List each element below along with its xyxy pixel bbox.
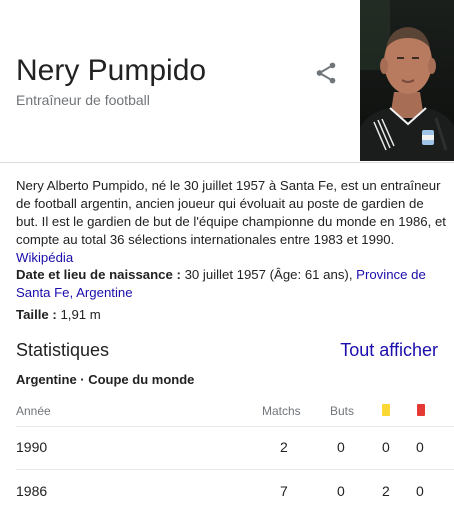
see-all-link[interactable]: Tout afficher bbox=[340, 339, 438, 361]
page-subtitle: Entraîneur de football bbox=[16, 92, 150, 108]
person-photo[interactable] bbox=[360, 0, 454, 161]
table-cell-yellow: 2 bbox=[382, 483, 390, 499]
description-text: Nery Alberto Pumpido, né le 30 juillet 1… bbox=[16, 178, 446, 247]
fact-birth: Date et lieu de naissance : 30 juillet 1… bbox=[16, 266, 446, 302]
table-cell-matches: 2 bbox=[280, 439, 288, 455]
table-row-divider bbox=[16, 426, 454, 427]
page-title: Nery Pumpido bbox=[16, 54, 207, 87]
column-header-matches: Matchs bbox=[262, 404, 301, 418]
wikipedia-link[interactable]: Wikipédia bbox=[16, 249, 446, 267]
table-cell-red: 0 bbox=[416, 439, 424, 455]
table-row-divider bbox=[16, 469, 454, 470]
fact-height-label: Taille : bbox=[16, 307, 57, 322]
fact-birth-label: Date et lieu de naissance : bbox=[16, 267, 181, 282]
table-cell-year: 1990 bbox=[16, 439, 48, 455]
share-icon[interactable] bbox=[313, 60, 339, 86]
fact-height-value: 1,91 m bbox=[60, 307, 101, 322]
column-header-goals: Buts bbox=[330, 404, 355, 418]
stats-title: Statistiques bbox=[16, 340, 110, 360]
knowledge-panel-header: Nery Pumpido Entraîneur de football bbox=[0, 0, 454, 162]
yellow-card-icon bbox=[382, 404, 390, 416]
fact-birth-value: 30 juillet 1957 (Âge: 61 ans), bbox=[184, 267, 353, 282]
header-divider bbox=[0, 162, 454, 163]
column-header-year: Année bbox=[16, 404, 51, 418]
fact-height: Taille : 1,91 m bbox=[16, 306, 446, 324]
table-cell-goals: 0 bbox=[337, 439, 345, 455]
red-card-icon bbox=[417, 404, 425, 416]
table-cell-yellow: 0 bbox=[382, 439, 390, 455]
table-cell-goals: 0 bbox=[337, 483, 345, 499]
table-cell-red: 0 bbox=[416, 483, 424, 499]
description: Nery Alberto Pumpido, né le 30 juillet 1… bbox=[16, 177, 446, 267]
table-cell-year: 1986 bbox=[16, 483, 48, 499]
table-cell-matches: 7 bbox=[280, 483, 288, 499]
stats-team: Argentine · Coupe du monde bbox=[16, 372, 195, 387]
